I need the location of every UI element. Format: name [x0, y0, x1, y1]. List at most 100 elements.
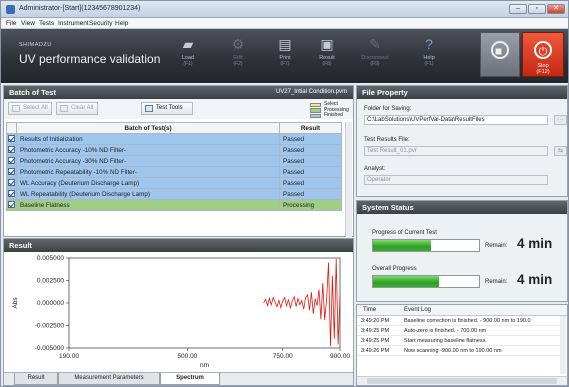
menu-view[interactable]: View: [21, 20, 35, 27]
row-checkbox[interactable]: [8, 201, 15, 209]
menu-instrument[interactable]: Instrument: [58, 20, 89, 27]
menu-file[interactable]: File: [6, 20, 16, 27]
x-tick-label: 190.00: [59, 353, 79, 360]
table-row[interactable]: Photometric Accuracy -30% ND Filter- Pass…: [6, 155, 342, 167]
result-title: Result: [9, 241, 32, 250]
clear-all-button[interactable]: Clear All: [56, 102, 98, 115]
table-row[interactable]: Results of Initialization Passed: [6, 133, 342, 145]
row-checkbox[interactable]: [8, 157, 15, 165]
load-button[interactable]: ▰ Load (F1): [166, 33, 210, 83]
folder-field[interactable]: C:\LabSolutions\UVPerfVal-Data\ResultFil…: [364, 115, 548, 125]
x-axis-label: nm: [200, 362, 209, 369]
disconnect-icon: ✎: [369, 36, 381, 52]
legend-finished-label: Finished: [324, 112, 343, 118]
batch-scrollbar[interactable]: [345, 122, 352, 237]
header-result: Result: [279, 122, 342, 134]
tab-measurement-parameters[interactable]: Measurement Parameters: [58, 373, 160, 385]
log-col-event: Event Log: [404, 307, 432, 313]
file-property-header: File Property: [357, 86, 567, 99]
current-progress-label: Progress of Current Test: [372, 230, 437, 236]
row-checkbox-cell: [6, 188, 17, 200]
log-row: 3:49:25 PM Start measuring baseline flatn…: [357, 337, 561, 346]
log-scroll-thumb[interactable]: [367, 378, 557, 384]
result-tabs: Result Measurement Parameters Spectrum: [4, 372, 353, 385]
select-all-icon: [12, 105, 20, 112]
batch-actions: Select All Clear All Test Tools: [4, 99, 353, 119]
edit-button[interactable]: ⚙ Edit (F2): [216, 33, 260, 83]
result-panel: Result 0.005000 0.002500 0.000000 -0.002500…: [3, 238, 354, 386]
print-button[interactable]: ▤ Print (F7): [263, 33, 307, 83]
results-file-field[interactable]: Test Result_01.pvr: [364, 146, 548, 156]
row-test-name: Photometric Accuracy -10% ND Filter-: [16, 144, 280, 156]
start-button[interactable]: ◆: [480, 32, 520, 77]
menu-security[interactable]: Security: [89, 20, 112, 27]
table-row[interactable]: Photometric Accuracy -10% ND Filter- Pass…: [6, 144, 342, 156]
menu-tests[interactable]: Tests: [39, 20, 54, 27]
legend-finished-swatch: [310, 113, 321, 118]
y-axis-label: Abs: [12, 297, 19, 309]
test-tools-button[interactable]: Test Tools: [141, 102, 193, 115]
log-event: Now scanning -900.00 nm to 190.00 nm: [404, 348, 502, 354]
current-remain-label: Remain:: [485, 243, 508, 249]
row-checkbox-cell: [6, 177, 17, 189]
analyst-field[interactable]: Operator: [364, 175, 548, 185]
result-key: (F8): [322, 61, 332, 67]
current-progress-bar: [372, 239, 480, 252]
table-row[interactable]: WL Repeatability (Deuterium Discharge La…: [6, 188, 342, 200]
row-checkbox[interactable]: [8, 146, 15, 154]
row-checkbox[interactable]: [8, 190, 15, 198]
title-bar: Administrator-[Start](12345678901234) – …: [1, 1, 568, 18]
print-icon: ▤: [278, 36, 292, 52]
tab-spectrum[interactable]: Spectrum: [160, 373, 220, 385]
analyst-label: Analyst:: [364, 166, 386, 172]
legend-finished: Finished: [310, 112, 354, 119]
select-all-button[interactable]: Select All: [8, 102, 52, 115]
legend-select-swatch: [310, 102, 321, 107]
legend-processing-swatch: [310, 108, 321, 113]
system-status-header: System Status: [357, 201, 567, 214]
log-time: 3:49:25 PM: [361, 328, 390, 334]
log-horizontal-scrollbar[interactable]: [357, 376, 567, 385]
row-test-name: WL Repeatability (Deuterium Discharge La…: [16, 188, 280, 200]
log-event: Auto-zero is finished. - 700.00 nm: [404, 328, 487, 334]
file-property-title: File Property: [362, 88, 408, 97]
minimize-button[interactable]: –: [509, 4, 527, 14]
stop-key: (F12): [536, 69, 550, 75]
row-checkbox[interactable]: [8, 135, 15, 143]
row-checkbox-cell: [6, 166, 17, 178]
results-file-label: Test Results File:: [364, 137, 410, 143]
help-icon: ?: [425, 36, 433, 52]
results-file-button[interactable]: ⇆: [554, 146, 567, 156]
row-checkbox[interactable]: [8, 179, 15, 187]
y-tick-label: 0.002500: [37, 278, 64, 285]
menu-bar: File View Tests Instrument Security Help: [1, 18, 568, 29]
table-row[interactable]: WL Accuracy (Deuterium Discharge Lamp) Pa…: [6, 177, 342, 189]
help-key: (F1): [424, 61, 434, 67]
app-title: UV performance validation: [19, 52, 161, 66]
test-tools-label: Test Tools: [156, 105, 183, 111]
result-button[interactable]: ▣ Result (F8): [305, 33, 349, 83]
stop-button[interactable]: ⏻ Stop (F12): [522, 32, 564, 77]
current-progress-fill: [373, 240, 432, 251]
spectrum-chart: 0.005000 0.002500 0.000000 -0.002500 -0.0050…: [12, 255, 350, 369]
menu-help[interactable]: Help: [115, 20, 128, 27]
tab-result[interactable]: Result: [14, 373, 58, 385]
close-button[interactable]: ✕: [547, 4, 565, 14]
browse-folder-button[interactable]: ···: [554, 115, 567, 125]
table-row[interactable]: Photometric Repeatability -10% ND Filter…: [6, 166, 342, 178]
batch-panel: Batch of Test UV27_Intial Condition.pvm …: [3, 85, 354, 237]
window-title: Administrator-[Start](12345678901234): [19, 5, 141, 12]
table-row[interactable]: Baseline Flatness Processing: [6, 199, 342, 211]
table-header-row: Batch of Test(s) Result: [6, 122, 342, 134]
batch-title: Batch of Test: [9, 88, 56, 97]
row-result: Passed: [279, 144, 342, 156]
overall-progress-label: Overall Progress: [372, 266, 417, 272]
log-vertical-scrollbar[interactable]: [560, 316, 566, 374]
help-button[interactable]: ? Help (F1): [407, 33, 451, 83]
disconnect-button[interactable]: ✎ Disconnect (F9): [353, 33, 397, 83]
batch-file-name: UV27_Intial Condition.pvm: [275, 89, 347, 95]
maximize-button[interactable]: ▫: [528, 4, 546, 14]
batch-header: Batch of Test UV27_Intial Condition.pvm: [4, 86, 353, 99]
disconnect-key: (F9): [370, 61, 380, 67]
row-checkbox[interactable]: [8, 168, 15, 176]
